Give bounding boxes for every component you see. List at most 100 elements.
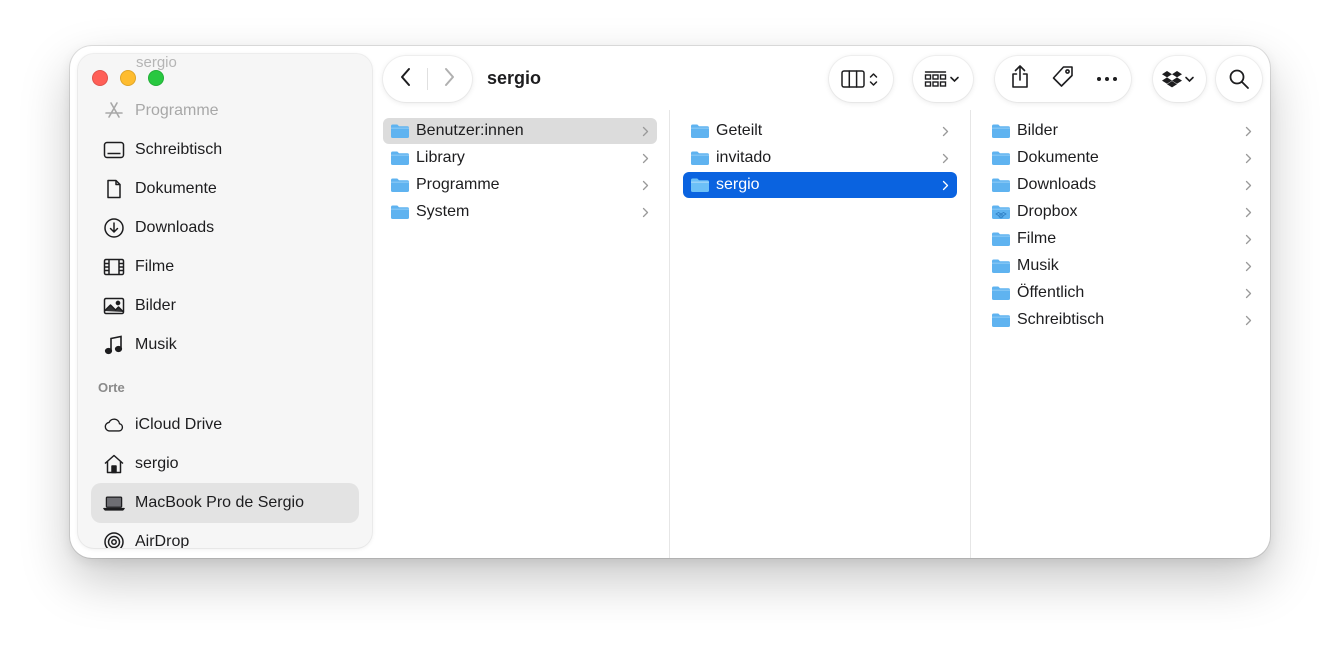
nav-divider	[427, 68, 428, 90]
sidebar-item-label: Filme	[135, 258, 175, 275]
sidebar-item-label: sergio	[135, 455, 179, 472]
column-sergio: Bilder Dokumente Downloads Dropbox Filme…	[971, 110, 1270, 558]
folder-icon	[391, 124, 409, 138]
chevron-right-icon	[1245, 180, 1252, 191]
sidebar-item-label: Bilder	[135, 297, 176, 314]
group-menu-button[interactable]	[913, 56, 973, 102]
folder-label: Bilder	[1017, 122, 1058, 139]
chevron-right-icon	[1245, 207, 1252, 218]
actions-pill	[995, 56, 1131, 102]
sidebar-item-macbook-pro[interactable]: MacBook Pro de Sergio	[91, 483, 359, 523]
navigation-pill	[383, 56, 472, 102]
folder-row-downloads[interactable]: Downloads	[984, 172, 1260, 198]
dropbox-icon	[1162, 68, 1198, 90]
chevron-right-icon	[642, 180, 649, 191]
grid-group-icon	[924, 68, 964, 90]
sidebar-item-musik[interactable]: Musik	[91, 325, 359, 365]
chevron-right-icon	[642, 126, 649, 137]
chevron-right-icon	[1245, 126, 1252, 137]
sidebar-item-label: AirDrop	[135, 533, 190, 548]
folder-icon	[992, 313, 1010, 327]
folder-row-dropbox[interactable]: Dropbox	[984, 199, 1260, 225]
folder-row-sergio[interactable]: sergio	[683, 172, 957, 198]
folder-row-bilder[interactable]: Bilder	[984, 118, 1260, 144]
folder-label: Dokumente	[1017, 149, 1099, 166]
chevron-right-icon	[942, 153, 949, 164]
chevron-left-icon	[399, 66, 413, 93]
sidebar: sergio Programme Schreibtisch Dokumente	[78, 54, 372, 548]
folder-icon	[992, 286, 1010, 300]
share-button[interactable]	[1005, 64, 1035, 94]
film-icon	[103, 256, 125, 278]
folder-icon	[391, 205, 409, 219]
folder-row-benutzer-innen[interactable]: Benutzer:innen	[383, 118, 657, 144]
folder-row-oeffentlich[interactable]: Öffentlich	[984, 280, 1260, 306]
column-users: Geteilt invitado sergio	[670, 110, 970, 558]
folder-icon	[992, 151, 1010, 165]
chevron-right-icon	[642, 153, 649, 164]
cloud-icon	[103, 414, 125, 436]
view-mode-button[interactable]	[829, 56, 893, 102]
sidebar-item-filme[interactable]: Filme	[91, 247, 359, 287]
folder-label: Filme	[1017, 230, 1057, 247]
folder-label: invitado	[716, 149, 772, 166]
sidebar-item-label: Dokumente	[135, 180, 217, 197]
folder-row-dokumente[interactable]: Dokumente	[984, 145, 1260, 171]
sidebar-item-icloud-drive[interactable]: iCloud Drive	[91, 405, 359, 445]
folder-row-schreibtisch[interactable]: Schreibtisch	[984, 307, 1260, 333]
search-button[interactable]	[1216, 56, 1262, 102]
sidebar-item-label: Downloads	[135, 219, 215, 236]
sidebar-item-bilder[interactable]: Bilder	[91, 286, 359, 326]
tag-button[interactable]	[1048, 64, 1078, 94]
zoom-window-button[interactable]	[148, 70, 164, 86]
airdrop-icon	[103, 531, 125, 548]
sidebar-item-home-sergio[interactable]: sergio	[91, 444, 359, 484]
folder-label: System	[416, 203, 470, 220]
document-icon	[103, 178, 125, 200]
sidebar-item-dokumente[interactable]: Dokumente	[91, 169, 359, 209]
apps-icon	[103, 100, 125, 122]
folder-row-musik[interactable]: Musik	[984, 253, 1260, 279]
sidebar-item-label: MacBook Pro de Sergio	[135, 494, 304, 511]
ellipsis-icon	[1096, 70, 1118, 88]
folder-icon	[691, 151, 709, 165]
sidebar-item-airdrop[interactable]: AirDrop	[91, 522, 359, 548]
folder-label: Downloads	[1017, 176, 1097, 193]
folder-row-system[interactable]: System	[383, 199, 657, 225]
folder-label: sergio	[716, 176, 760, 193]
folder-icon	[391, 178, 409, 192]
close-window-button[interactable]	[92, 70, 108, 86]
photo-icon	[103, 295, 125, 317]
chevron-right-icon	[942, 126, 949, 137]
column-root: Benutzer:innen Library Programme System	[372, 110, 669, 558]
desktop-icon	[103, 139, 125, 161]
folder-row-programme[interactable]: Programme	[383, 172, 657, 198]
sidebar-item-label: Musik	[135, 336, 177, 353]
folder-label: Öffentlich	[1017, 284, 1085, 301]
folder-label: Dropbox	[1017, 203, 1078, 220]
folder-row-geteilt[interactable]: Geteilt	[683, 118, 957, 144]
sidebar-item-schreibtisch[interactable]: Schreibtisch	[91, 130, 359, 170]
sidebar-item-downloads[interactable]: Downloads	[91, 208, 359, 248]
folder-row-filme[interactable]: Filme	[984, 226, 1260, 252]
folder-icon	[992, 259, 1010, 273]
folder-row-invitado[interactable]: invitado	[683, 145, 957, 171]
folder-label: Benutzer:innen	[416, 122, 524, 139]
sidebar-item-label: Programme	[135, 102, 219, 119]
more-actions-button[interactable]	[1092, 64, 1122, 94]
sidebar-item-programme[interactable]: Programme	[91, 91, 359, 131]
dropbox-folder-icon	[992, 205, 1010, 219]
music-icon	[103, 334, 125, 356]
forward-button[interactable]	[434, 65, 464, 93]
dropbox-button[interactable]	[1153, 56, 1206, 102]
minimize-window-button[interactable]	[120, 70, 136, 86]
folder-row-library[interactable]: Library	[383, 145, 657, 171]
folder-label: Schreibtisch	[1017, 311, 1105, 328]
folder-icon	[992, 232, 1010, 246]
back-button[interactable]	[391, 65, 421, 93]
folder-icon	[691, 178, 709, 192]
sidebar-item-label: Schreibtisch	[135, 141, 223, 158]
download-icon	[103, 217, 125, 239]
folder-icon	[391, 151, 409, 165]
home-icon	[103, 453, 125, 475]
